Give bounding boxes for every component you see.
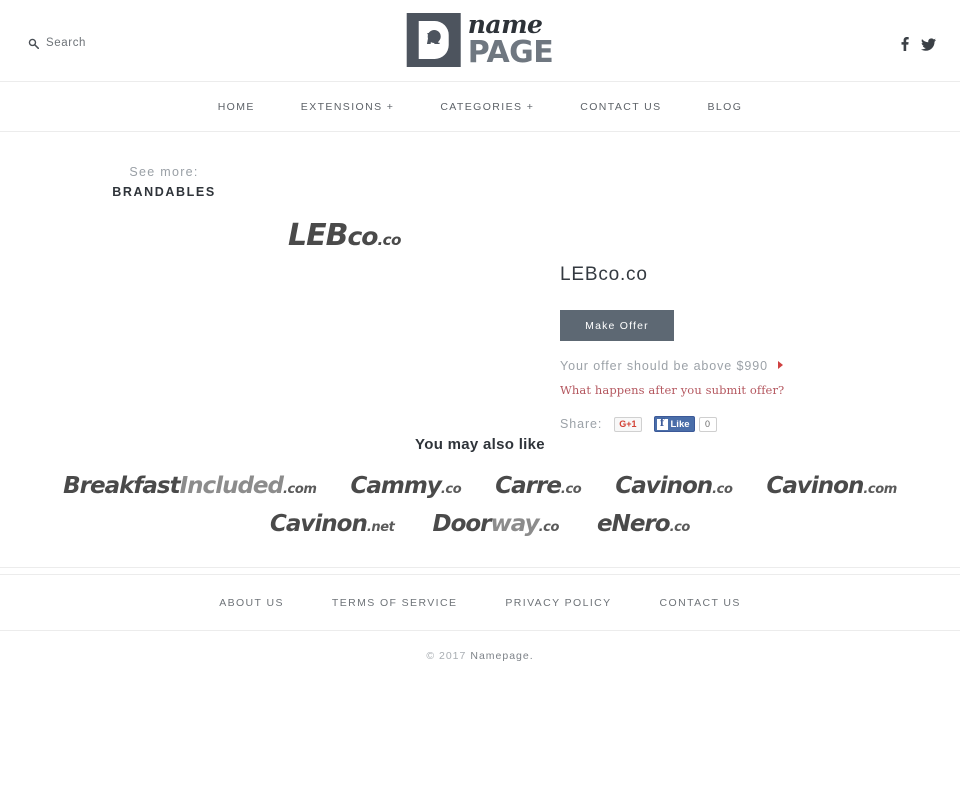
related-domain-tld: .co bbox=[560, 482, 582, 497]
related-domain-tld: .com bbox=[282, 482, 317, 497]
related-domain-part1: Breakfast bbox=[63, 473, 181, 499]
domain-logo-image: LEBco.co bbox=[288, 221, 401, 251]
related-domain-item[interactable]: BreakfastIncluded.com bbox=[63, 473, 317, 499]
also-like-title: You may also like bbox=[415, 436, 545, 453]
related-domain-part1: Cammy bbox=[350, 473, 442, 499]
search-button[interactable]: Search bbox=[28, 37, 86, 49]
related-domain-tld: .co bbox=[538, 520, 560, 535]
share-row: Share: G+1 f Like 0 bbox=[560, 416, 890, 432]
related-domain-tld: .co bbox=[669, 520, 691, 535]
offer-note-line2: $990 bbox=[736, 359, 768, 373]
facebook-like-label: Like bbox=[670, 418, 690, 430]
offer-info-arrow-icon[interactable] bbox=[778, 361, 783, 369]
facebook-like-button[interactable]: f Like bbox=[653, 416, 695, 432]
footer-link-privacy-policy[interactable]: PRIVACY POLICY bbox=[481, 597, 635, 609]
footer-link-contact-us[interactable]: CONTACT US bbox=[636, 597, 765, 609]
nav-item-categories[interactable]: CATEGORIES + bbox=[417, 101, 557, 113]
related-domain-part1: Carre bbox=[495, 473, 562, 499]
copyright-brand: Namepage. bbox=[470, 650, 534, 662]
footer-link-about-us[interactable]: ABOUT US bbox=[195, 597, 308, 609]
nav-item-contact-us[interactable]: CONTACT US bbox=[557, 101, 684, 113]
social-links bbox=[901, 37, 936, 56]
nav-item-blog[interactable]: BLOG bbox=[685, 101, 766, 113]
offer-note-line1: Your offer should be above bbox=[560, 359, 733, 373]
related-domain-part1: Cavinon bbox=[615, 473, 713, 499]
related-domain-tld: .co bbox=[712, 482, 733, 497]
nav-item-home[interactable]: HOME bbox=[195, 101, 278, 113]
related-domain-item[interactable]: Cammy.co bbox=[351, 475, 462, 498]
product-section: LEBco.co LEBco.co Make Offer Your offer … bbox=[0, 202, 960, 432]
footer-link-terms-of-service[interactable]: TERMS OF SERVICE bbox=[308, 597, 481, 609]
domain-logo-part2: co bbox=[347, 222, 378, 251]
nav-item-extensions[interactable]: EXTENSIONS + bbox=[278, 101, 418, 113]
also-like-section: You may also like BreakfastIncluded.com … bbox=[0, 432, 960, 536]
see-more-label: See more: bbox=[129, 165, 199, 179]
share-label: Share: bbox=[560, 417, 603, 431]
search-label: Search bbox=[46, 37, 87, 49]
footer: ABOUT US TERMS OF SERVICE PRIVACY POLICY… bbox=[0, 567, 960, 681]
site-logo[interactable]: n name PAGE bbox=[406, 10, 554, 70]
logo-word-name: name bbox=[467, 10, 543, 39]
what-happens-link[interactable]: What happens after you submit offer? bbox=[560, 383, 890, 397]
also-like-row: Cavinon.net Doorway.co eNero.co bbox=[0, 513, 960, 536]
related-domain-item[interactable]: Cavinon.co bbox=[615, 473, 733, 499]
related-domain-item[interactable]: Cavinon.net bbox=[270, 511, 395, 537]
offer-panel: LEBco.co Make Offer Your offer should be… bbox=[560, 264, 890, 432]
search-icon bbox=[28, 38, 39, 49]
related-domain-part2: way bbox=[490, 511, 540, 537]
related-domain-tld: .net bbox=[366, 520, 395, 535]
domain-logo-tld: .co bbox=[377, 231, 401, 249]
also-like-rows: BreakfastIncluded.com Cammy.co Carre.co … bbox=[0, 475, 960, 536]
facebook-f-icon: f bbox=[656, 418, 668, 430]
related-domain-part1: Cavinon bbox=[766, 473, 865, 499]
twitter-icon[interactable] bbox=[921, 37, 936, 56]
google-plus-one-button[interactable]: G+1 bbox=[614, 416, 642, 432]
make-offer-button[interactable]: Make Offer bbox=[560, 310, 674, 341]
see-more-category[interactable]: BRANDABLES bbox=[14, 182, 314, 202]
logo-mark-letter: n bbox=[425, 24, 441, 49]
logo-word-page: PAGE bbox=[467, 35, 554, 70]
footer-nav: ABOUT US TERMS OF SERVICE PRIVACY POLICY… bbox=[0, 575, 960, 630]
see-more-section: See more: BRANDABLES bbox=[0, 132, 960, 202]
page-root: Search n name PAGE HOME EXTENSIONS + CAT… bbox=[0, 0, 960, 796]
related-domain-tld: .com bbox=[863, 482, 897, 497]
offer-minimum-note: Your offer should be above $990 bbox=[560, 357, 783, 376]
main-nav: HOME EXTENSIONS + CATEGORIES + CONTACT U… bbox=[0, 82, 960, 132]
related-domain-item[interactable]: Cavinon.com bbox=[766, 473, 898, 499]
copyright: © 2017 Namepage. bbox=[0, 631, 960, 681]
also-like-row: BreakfastIncluded.com Cammy.co Carre.co … bbox=[0, 475, 960, 498]
facebook-icon[interactable] bbox=[901, 37, 909, 56]
related-domain-item[interactable]: eNero.co bbox=[597, 513, 690, 536]
logo-mark-icon: n bbox=[406, 13, 461, 67]
related-domain-part2: Included bbox=[179, 473, 284, 499]
site-header: Search n name PAGE bbox=[0, 0, 960, 82]
related-domain-part1: Cavinon bbox=[270, 511, 368, 537]
copyright-prefix: © 2017 bbox=[426, 650, 467, 662]
related-domain-part1: Door bbox=[432, 511, 491, 537]
facebook-like-count[interactable]: 0 bbox=[698, 416, 717, 432]
related-domain-item[interactable]: Carre.co bbox=[495, 475, 581, 498]
related-domain-tld: .co bbox=[440, 482, 462, 497]
related-domain-item[interactable]: Doorway.co bbox=[432, 513, 559, 536]
page-title: LEBco.co bbox=[560, 264, 648, 285]
domain-logo-part1: LEB bbox=[288, 218, 348, 253]
related-domain-part1: eNero bbox=[596, 511, 671, 537]
